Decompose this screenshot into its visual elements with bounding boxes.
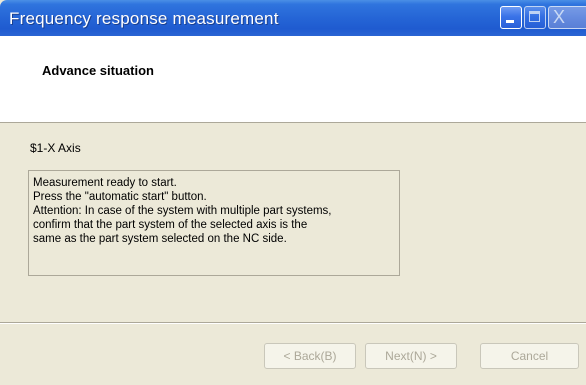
button-separator [0, 322, 586, 324]
close-icon: X [553, 7, 566, 27]
message-line: same as the part system selected on the … [33, 233, 287, 245]
close-button[interactable]: X [548, 6, 586, 29]
minimize-icon [506, 20, 514, 23]
back-button[interactable]: < Back(B) [264, 343, 356, 369]
wizard-window: Frequency response measurement X Advance… [0, 0, 586, 385]
message-line: Measurement ready to start. [33, 177, 177, 189]
cancel-button[interactable]: Cancel [480, 343, 579, 369]
message-box: Measurement ready to start. Press the "a… [28, 170, 400, 276]
minimize-button[interactable] [500, 6, 522, 29]
wizard-header: Advance situation [0, 36, 586, 123]
title-bar[interactable]: Frequency response measurement X [0, 0, 586, 36]
page-title: Advance situation [42, 63, 154, 78]
next-button[interactable]: Next(N) > [365, 343, 457, 369]
maximize-icon [529, 11, 540, 22]
message-line: Attention: In case of the system with mu… [33, 205, 332, 217]
message-line: Press the "automatic start" button. [33, 191, 207, 203]
window-title: Frequency response measurement [9, 9, 279, 28]
maximize-button[interactable] [524, 6, 546, 29]
axis-label: $1-X Axis [30, 141, 81, 155]
message-line: confirm that the part system of the sele… [33, 219, 308, 231]
